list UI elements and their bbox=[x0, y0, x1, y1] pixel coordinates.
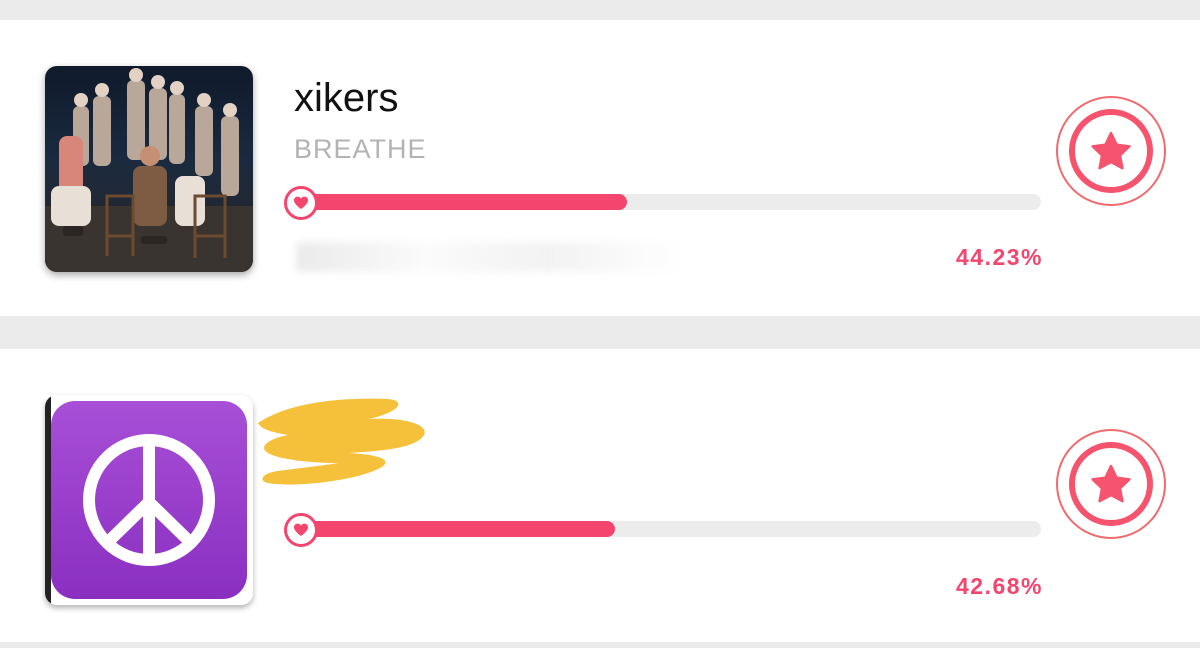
ranking-card: 42.68% bbox=[0, 349, 1200, 642]
ranking-card: xikers BREATHE 44.23% bbox=[0, 20, 1200, 316]
vote-button[interactable] bbox=[1056, 429, 1166, 539]
album-thumbnail[interactable] bbox=[45, 66, 253, 272]
heart-icon bbox=[284, 186, 318, 220]
artist-name: xikers bbox=[294, 76, 399, 120]
highlighter-scribble bbox=[258, 398, 425, 485]
album-thumbnail[interactable] bbox=[45, 395, 253, 605]
vote-percentage: 44.23% bbox=[955, 244, 1043, 270]
blurred-caption bbox=[296, 242, 676, 272]
peace-sign-icon bbox=[45, 395, 253, 605]
vote-button-ring bbox=[1069, 109, 1153, 193]
vote-progress-fill bbox=[298, 194, 627, 210]
vote-percentage: 42.68% bbox=[955, 573, 1043, 599]
vote-progress-fill bbox=[298, 521, 616, 537]
vote-progress-bar bbox=[284, 513, 1041, 547]
vote-progress-bar bbox=[284, 186, 1041, 220]
group-photo-icon bbox=[45, 66, 253, 272]
star-icon bbox=[1091, 131, 1131, 170]
vote-button[interactable] bbox=[1056, 96, 1166, 206]
heart-icon bbox=[284, 513, 318, 547]
ranking-page: xikers BREATHE 44.23% 42.68% bbox=[0, 0, 1200, 648]
vote-button-ring bbox=[1069, 442, 1153, 526]
star-icon bbox=[1091, 464, 1131, 503]
song-title: BREATHE bbox=[294, 134, 427, 164]
